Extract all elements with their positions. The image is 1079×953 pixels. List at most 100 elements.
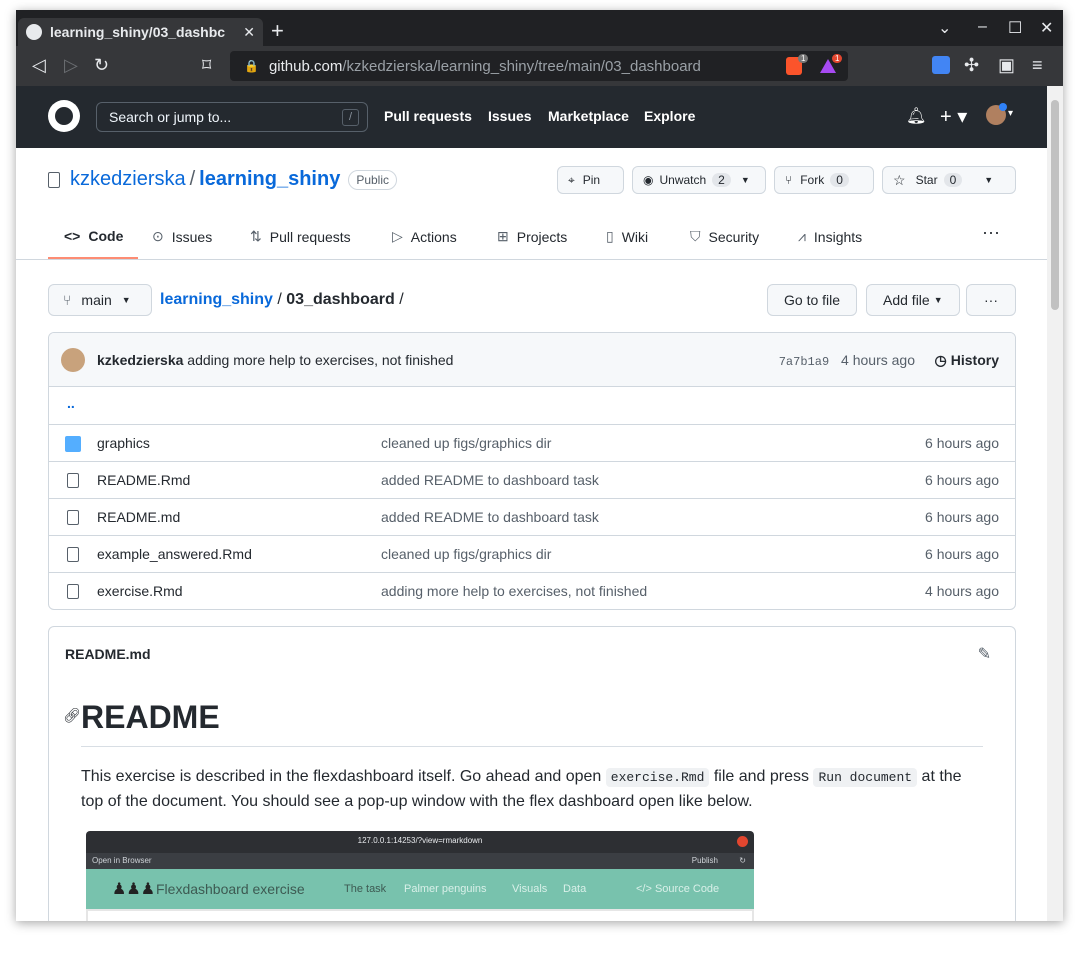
address-bar[interactable]: 🔒 github.com/kzkedzierska/learning_shiny…	[230, 51, 848, 81]
file-name[interactable]: README.Rmd	[97, 472, 190, 488]
scrollbar-thumb[interactable]	[1051, 100, 1059, 310]
file-commit-message[interactable]: added README to dashboard task	[381, 472, 599, 488]
readme-heading: README	[81, 699, 983, 747]
star-button[interactable]: ☆ Star 0 ▼	[882, 166, 1016, 194]
scrollbar[interactable]	[1047, 86, 1063, 921]
tab-search-chevron-icon[interactable]: ⌄	[938, 18, 951, 38]
tab-projects[interactable]: ⊞ Projects	[497, 228, 567, 245]
nav-pull-requests[interactable]: Pull requests	[384, 108, 472, 124]
bell-icon[interactable]: 🔔︎	[906, 106, 926, 126]
nav-issues[interactable]: Issues	[488, 108, 532, 124]
extensions-icon[interactable]: ✣	[964, 56, 979, 74]
commit-author[interactable]: kzkedzierska	[97, 352, 183, 368]
minimize-icon[interactable]: –	[978, 18, 987, 36]
github-logo-icon[interactable]	[48, 100, 80, 132]
wallet-icon[interactable]: ▣	[998, 56, 1015, 74]
file-age: 6 hours ago	[925, 472, 999, 488]
go-to-file-button[interactable]: Go to file	[767, 284, 858, 316]
file-commit-message[interactable]: cleaned up figs/graphics dir	[381, 435, 551, 451]
table-row[interactable]: exercise.Rmd adding more help to exercis…	[49, 572, 1015, 609]
new-tab-button[interactable]: +	[271, 20, 284, 42]
file-icon	[67, 510, 79, 525]
url-host: github.com	[268, 57, 343, 75]
nav-explore[interactable]: Explore	[644, 108, 695, 124]
readme-header: README.md ✎	[49, 627, 1015, 681]
readme-code-exercise: exercise.Rmd	[605, 768, 710, 787]
window-close-icon[interactable]: ✕	[1040, 18, 1053, 38]
fork-button[interactable]: ⑂ Fork 0	[774, 166, 874, 194]
tab-code[interactable]: <> Code	[64, 228, 123, 244]
readme-paragraph: This exercise is described in the flexda…	[81, 765, 983, 814]
create-new-icon[interactable]: + ▾	[940, 104, 967, 129]
file-commit-message[interactable]: adding more help to exercises, not finis…	[381, 583, 647, 599]
play-icon: ▷	[392, 228, 403, 244]
file-name[interactable]: exercise.Rmd	[97, 583, 183, 599]
commit-age: 4 hours ago	[841, 352, 915, 368]
forward-icon[interactable]: ▷	[64, 56, 78, 74]
translate-icon[interactable]	[932, 56, 950, 74]
back-icon[interactable]: ◁	[32, 56, 46, 74]
repo-owner-link[interactable]: kzkedzierska	[70, 168, 186, 191]
readme-filename[interactable]: README.md	[65, 646, 151, 662]
penguins-logo-icon: ♟♟♟	[112, 881, 156, 898]
commit-meta: 7a7b1a9 4 hours ago	[779, 352, 915, 369]
parent-dir-row[interactable]: ..	[49, 387, 1015, 424]
repo-name-link[interactable]: learning_shiny	[199, 168, 340, 191]
tab-wiki[interactable]: ▯ Wiki	[606, 228, 648, 245]
star-chevron-icon[interactable]: ▼	[984, 175, 993, 185]
file-icon	[67, 584, 79, 599]
tab-actions[interactable]: ▷ Actions	[392, 228, 457, 245]
commit-sha[interactable]: 7a7b1a9	[779, 355, 829, 369]
more-tabs-icon[interactable]: ···	[982, 222, 1000, 243]
file-name[interactable]: README.md	[97, 509, 180, 525]
tab-insights[interactable]: ⩘ Insights	[798, 228, 862, 245]
file-commit-message[interactable]: added README to dashboard task	[381, 509, 599, 525]
screenshot-url: 127.0.0.1:14253/?view=rmarkdown	[357, 836, 483, 845]
table-row[interactable]: example_answered.Rmd cleaned up figs/gra…	[49, 535, 1015, 572]
visibility-badge: Public	[348, 169, 398, 190]
reload-icon[interactable]: ↻	[94, 56, 109, 74]
toolbar: ◁ ▷ ↻ ⌑ 🔒 github.com/kzkedzierska/learni…	[16, 46, 1063, 86]
screenshot-source-code: </> Source Code	[636, 883, 720, 895]
search-input[interactable]: Search or jump to... /	[96, 102, 368, 132]
nav-marketplace[interactable]: Marketplace	[548, 108, 629, 124]
pin-button[interactable]: ⌖ Pin	[557, 166, 624, 194]
table-row[interactable]: README.md added README to dashboard task…	[49, 498, 1015, 535]
parent-dir-link[interactable]: ..	[67, 395, 75, 411]
bookmark-icon[interactable]: ⌑	[202, 56, 211, 74]
watch-button[interactable]: ◉ Unwatch 2 ▼	[632, 166, 766, 194]
shield-icon: ⛉	[690, 228, 701, 244]
file-icon	[67, 547, 79, 562]
commit-author-avatar[interactable]	[61, 348, 85, 372]
table-row[interactable]: README.Rmd added README to dashboard tas…	[49, 461, 1015, 498]
tab-security[interactable]: ⛉ Security	[690, 228, 759, 245]
menu-icon[interactable]: ≡	[1032, 56, 1043, 74]
add-file-button[interactable]: Add file ▼	[866, 284, 960, 316]
browser-tab[interactable]: learning_shiny/03_dashbc ✕	[18, 18, 263, 46]
screenshot-body	[86, 909, 754, 921]
history-link[interactable]: ◷ History	[935, 352, 999, 369]
maximize-icon[interactable]: ☐	[1008, 18, 1022, 38]
more-options-button[interactable]: ···	[966, 284, 1016, 316]
breadcrumb-repo-link[interactable]: learning_shiny	[160, 291, 273, 308]
file-name[interactable]: graphics	[97, 435, 150, 451]
pin-label: Pin	[582, 173, 601, 187]
file-table: kzkedzierska adding more help to exercis…	[48, 332, 1016, 610]
commit-message[interactable]: adding more help to exercises, not finis…	[187, 352, 453, 368]
file-age: 6 hours ago	[925, 509, 999, 525]
avatar-chevron-icon[interactable]: ▾	[1008, 108, 1013, 119]
file-name[interactable]: example_answered.Rmd	[97, 546, 252, 562]
tab-issues[interactable]: ⊙ Issues	[152, 228, 212, 245]
add-file-chevron-icon: ▼	[933, 295, 943, 305]
tab-pull-requests[interactable]: ⇅ Pull requests	[250, 228, 351, 245]
branch-selector[interactable]: ⑂ main ▼	[48, 284, 152, 316]
star-count: 0	[943, 173, 963, 187]
table-row[interactable]: graphics cleaned up figs/graphics dir 6 …	[49, 424, 1015, 461]
watch-chevron-icon: ▼	[740, 175, 750, 185]
tab-close-icon[interactable]: ✕	[243, 24, 255, 41]
anchor-link-icon[interactable]: 🔗︎	[63, 707, 81, 724]
repo-icon	[48, 171, 60, 188]
file-commit-message[interactable]: cleaned up figs/graphics dir	[381, 546, 551, 562]
pencil-icon[interactable]: ✎	[978, 644, 991, 664]
dashboard-screenshot-image: 127.0.0.1:14253/?view=rmarkdown Open in …	[86, 831, 754, 921]
